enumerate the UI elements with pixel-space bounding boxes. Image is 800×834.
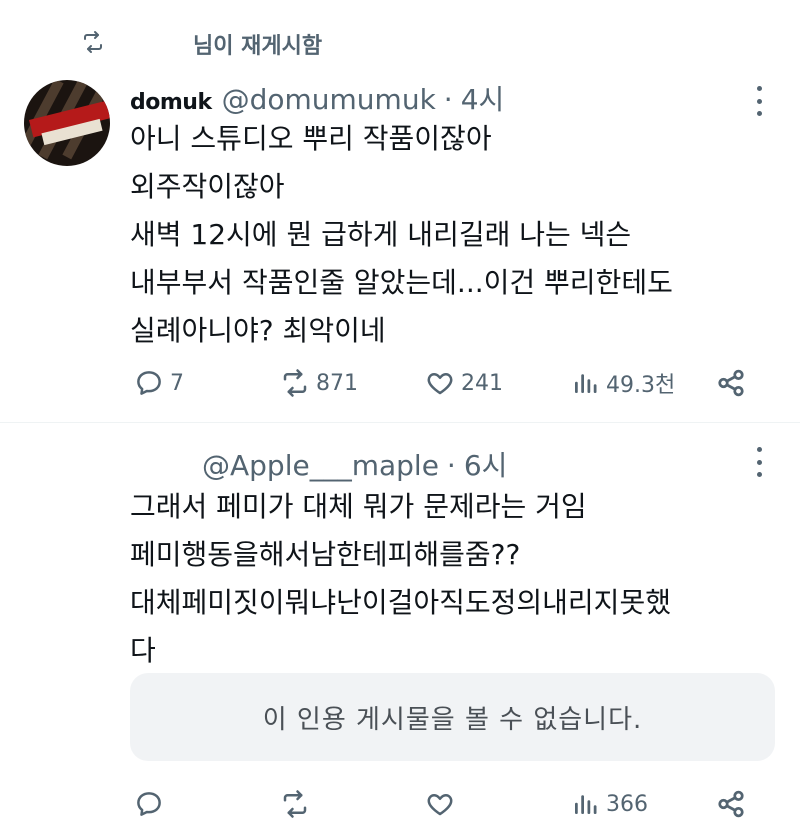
tweet-line: 아니 스튜디오 뿌리 작품이잖아 bbox=[130, 122, 492, 155]
tweet-header: domuk @domumumuk · 4시 bbox=[130, 78, 504, 118]
views-button[interactable]: 49.3천 bbox=[570, 367, 675, 399]
tweet-header: @Apple___maple · 6시 bbox=[202, 444, 507, 484]
tweet-line: 그래서 페미가 대체 뭐가 문제라는 거임 bbox=[130, 490, 587, 523]
reply-icon bbox=[137, 371, 161, 395]
timestamp[interactable]: 4시 bbox=[461, 78, 505, 118]
reply-count: 7 bbox=[170, 370, 184, 396]
views-icon bbox=[575, 374, 597, 393]
heart-icon bbox=[427, 794, 453, 816]
more-icon[interactable] bbox=[752, 447, 766, 477]
divider bbox=[0, 422, 800, 423]
repost-button[interactable] bbox=[280, 788, 316, 820]
views-icon bbox=[575, 795, 597, 814]
display-name[interactable]: domuk bbox=[130, 90, 212, 115]
share-button[interactable] bbox=[716, 367, 746, 399]
tweet-line: 대체페미짓이뭐냐난이걸아직도정의내리지못했 bbox=[130, 586, 671, 619]
user-handle[interactable]: @Apple___maple bbox=[202, 449, 439, 482]
repost-button[interactable]: 871 bbox=[280, 367, 358, 399]
repost-header bbox=[78, 26, 108, 58]
repost-icon bbox=[283, 790, 307, 818]
repost-icon bbox=[283, 369, 307, 397]
like-button[interactable]: 241 bbox=[425, 367, 503, 399]
separator-dot: · bbox=[446, 449, 456, 482]
share-icon bbox=[718, 790, 744, 818]
tweet-line: 내부부서 작품인줄 알았는데...이건 뿌리한테도 bbox=[130, 266, 673, 299]
timestamp[interactable]: 6시 bbox=[464, 444, 508, 484]
like-button[interactable] bbox=[425, 788, 461, 820]
like-count: 241 bbox=[461, 370, 503, 396]
reply-button[interactable] bbox=[134, 788, 170, 820]
heart-icon bbox=[427, 373, 453, 395]
repost-icon bbox=[84, 31, 102, 53]
repost-count: 871 bbox=[316, 370, 358, 396]
tweet-text: 아니 스튜디오 뿌리 작품이잖아 외주작이잖아 새벽 12시에 뭔 급하게 내리… bbox=[130, 115, 770, 355]
views-count: 49.3천 bbox=[606, 373, 676, 398]
more-icon[interactable] bbox=[752, 86, 766, 116]
tweet-line: 새벽 12시에 뭔 급하게 내리길래 나는 넥슨 bbox=[130, 218, 632, 251]
user-handle[interactable]: @domumumuk bbox=[222, 83, 436, 116]
reply-button[interactable]: 7 bbox=[134, 367, 184, 399]
tweet-line: 페미행동을해서남한테피해를줌?? bbox=[130, 538, 521, 571]
avatar[interactable] bbox=[24, 80, 110, 166]
repost-label: 님이 재게시함 bbox=[193, 34, 323, 59]
reply-icon bbox=[137, 792, 161, 816]
quote-unavailable-notice: 이 인용 게시물을 볼 수 없습니다. bbox=[130, 673, 775, 761]
share-button[interactable] bbox=[716, 788, 746, 820]
tweet-line: 외주작이잖아 bbox=[130, 170, 285, 203]
tweet-line: 다 bbox=[130, 634, 156, 667]
views-button[interactable]: 366 bbox=[570, 788, 648, 820]
tweet-line: 실례아니야? 최악이네 bbox=[130, 314, 386, 347]
tweet-text: 그래서 페미가 대체 뭐가 문제라는 거임 페미행동을해서남한테피해를줌?? 대… bbox=[130, 483, 770, 675]
share-icon bbox=[718, 369, 744, 397]
views-count: 366 bbox=[606, 791, 648, 817]
separator-dot: · bbox=[443, 83, 453, 116]
